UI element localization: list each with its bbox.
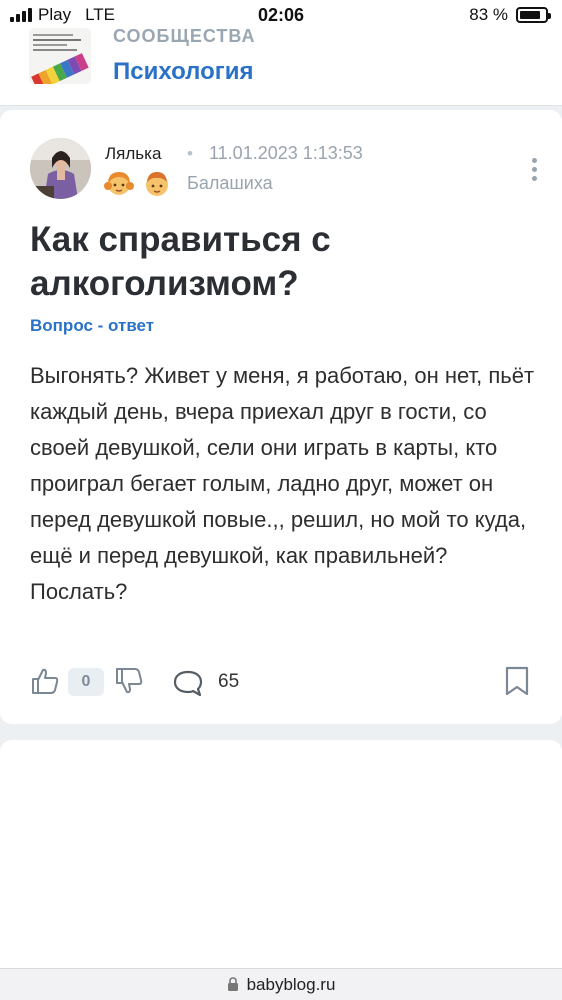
community-name-link[interactable]: Психология xyxy=(113,58,254,86)
community-thumbnail[interactable] xyxy=(29,28,91,84)
post-body: Выгонять? Живет у меня, я работаю, он не… xyxy=(30,363,535,604)
post-card: Лялька • 11.01.2023 1:13:53 Балашиха Как… xyxy=(0,110,562,724)
battery-icon xyxy=(516,7,551,23)
post-actions: 0 65 xyxy=(30,662,532,702)
likes-count: 0 xyxy=(68,668,104,696)
thumbs-down-icon[interactable] xyxy=(114,666,144,696)
comment-icon[interactable] xyxy=(172,668,204,698)
girl-emoji-icon xyxy=(104,172,134,195)
next-post-card xyxy=(0,740,562,970)
boy-emoji-icon xyxy=(146,172,168,196)
comments-count: 65 xyxy=(218,671,240,692)
battery-percent: 83 % xyxy=(469,5,508,24)
more-options-icon[interactable] xyxy=(528,158,540,186)
avatar[interactable] xyxy=(30,138,91,199)
lock-icon xyxy=(227,977,238,991)
community-header[interactable]: СООБЩЕСТВА Психология xyxy=(0,26,562,106)
author-location: Балашиха xyxy=(187,173,273,193)
thumbs-up-icon[interactable] xyxy=(30,666,60,696)
address-bar[interactable]: babyblog.ru xyxy=(0,968,562,1000)
status-bar: Play LTE 02:06 83 % xyxy=(0,0,562,30)
meta-separator: • xyxy=(187,144,193,163)
url-domain: babyblog.ru xyxy=(246,974,336,994)
author-badges xyxy=(104,168,172,198)
status-right: 83 % xyxy=(469,5,551,25)
author-name[interactable]: Лялька xyxy=(105,144,161,164)
bookmark-icon[interactable] xyxy=(504,666,530,696)
community-kicker: СООБЩЕСТВА xyxy=(113,26,256,46)
post-category-link[interactable]: Вопрос - ответ xyxy=(30,316,154,336)
battery-fill xyxy=(520,11,540,19)
post-date: 11.01.2023 1:13:53 xyxy=(209,143,363,163)
post-title: Как справиться с алкоголизмом? xyxy=(30,220,331,303)
